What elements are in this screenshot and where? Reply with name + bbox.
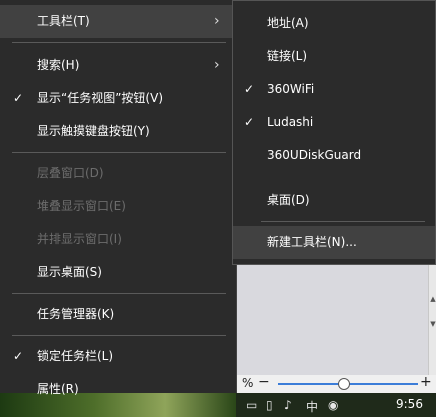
menu-item-show-touch-keyboard[interactable]: 显示触摸键盘按钮(Y) [0, 115, 236, 148]
submenu-item-ludashi[interactable]: ✓ Ludashi [233, 106, 435, 139]
menu-separator [12, 293, 226, 294]
submenu-item-links[interactable]: 链接(L) [233, 40, 435, 73]
scroll-up-icon[interactable]: ▲ [429, 295, 436, 303]
submenu-item-new-toolbar[interactable]: 新建工具栏(N)... [233, 226, 435, 259]
menu-item-label: 属性(R) [37, 382, 79, 396]
input-method-icon[interactable]: 中 [306, 398, 318, 415]
menu-item-label: 堆叠显示窗口(E) [37, 199, 126, 213]
network-icon[interactable]: ▯ [266, 398, 273, 412]
zoom-out-button[interactable]: − [258, 374, 270, 390]
menu-item-side-by-side: 并排显示窗口(I) [0, 223, 236, 256]
taskbar-clock[interactable]: 9:56 [396, 397, 423, 411]
menu-item-label: 显示触摸键盘按钮(Y) [37, 124, 150, 138]
menu-separator [12, 335, 226, 336]
menu-item-label: 任务管理器(K) [37, 307, 115, 321]
submenu-item-label: 桌面(D) [267, 193, 310, 207]
menu-item-label: 搜索(H) [37, 58, 80, 72]
security-tray-icon[interactable]: ◉ [328, 398, 338, 412]
chevron-right-icon: › [214, 57, 220, 73]
taskbar-context-menu: 工具栏(T) › 搜索(H) › ✓ 显示“任务视图”按钮(V) 显示触摸键盘按… [0, 0, 237, 396]
menu-separator [12, 42, 226, 43]
zoom-control: % − + [236, 374, 436, 393]
zoom-slider-thumb[interactable] [337, 378, 350, 390]
system-tray: ▭ ▯ ♪ 中 ◉ 9:56 [236, 393, 436, 417]
check-icon: ✓ [13, 349, 24, 363]
submenu-item-label: 360WiFi [267, 82, 315, 96]
menu-item-label: 显示桌面(S) [37, 265, 102, 279]
submenu-item-label: 链接(L) [267, 49, 308, 63]
menu-item-label: 层叠窗口(D) [37, 166, 104, 180]
submenu-item-address[interactable]: 地址(A) [233, 7, 435, 40]
menu-item-stack-windows: 堆叠显示窗口(E) [0, 190, 236, 223]
zoom-percent-symbol: % [242, 376, 254, 390]
check-icon: ✓ [13, 91, 24, 105]
menu-separator [12, 152, 226, 153]
menu-item-properties[interactable]: 属性(R) [0, 373, 236, 406]
menu-item-label: 并排显示窗口(I) [37, 232, 122, 246]
menu-item-lock-taskbar[interactable]: ✓ 锁定任务栏(L) [0, 340, 236, 373]
submenu-item-label: 新建工具栏(N)... [267, 235, 357, 249]
menu-item-label: 显示“任务视图”按钮(V) [37, 91, 164, 105]
submenu-item-label: Ludashi [267, 115, 314, 129]
submenu-item-360udiskguard[interactable]: 360UDiskGuard [233, 139, 435, 172]
menu-item-label: 锁定任务栏(L) [37, 349, 114, 363]
menu-item-show-desktop[interactable]: 显示桌面(S) [0, 256, 236, 289]
speaker-icon[interactable]: ♪ [284, 398, 292, 412]
zoom-in-button[interactable]: + [420, 374, 432, 390]
menu-item-cascade-windows: 层叠窗口(D) [0, 157, 236, 190]
menu-item-label: 工具栏(T) [37, 14, 90, 28]
vertical-scrollbar[interactable]: ▲ ▼ [428, 265, 436, 375]
menu-item-toolbars[interactable]: 工具栏(T) › [0, 5, 236, 38]
scroll-down-icon[interactable]: ▼ [429, 320, 436, 328]
menu-separator [261, 221, 425, 222]
chevron-right-icon: › [214, 13, 220, 29]
check-icon: ✓ [244, 115, 255, 129]
toolbars-submenu: 地址(A) 链接(L) ✓ 360WiFi ✓ Ludashi 360UDisk… [232, 0, 436, 265]
menu-item-task-manager[interactable]: 任务管理器(K) [0, 298, 236, 331]
menu-item-search[interactable]: 搜索(H) › [0, 49, 236, 82]
submenu-item-label: 地址(A) [267, 16, 309, 30]
submenu-item-desktop[interactable]: 桌面(D) [233, 184, 435, 217]
check-icon: ✓ [244, 82, 255, 96]
menu-item-show-task-view[interactable]: ✓ 显示“任务视图”按钮(V) [0, 82, 236, 115]
background-document-window [236, 265, 436, 375]
submenu-item-label: 360UDiskGuard [267, 148, 362, 162]
submenu-item-360wifi[interactable]: ✓ 360WiFi [233, 73, 435, 106]
notification-icon[interactable]: ▭ [246, 398, 257, 412]
